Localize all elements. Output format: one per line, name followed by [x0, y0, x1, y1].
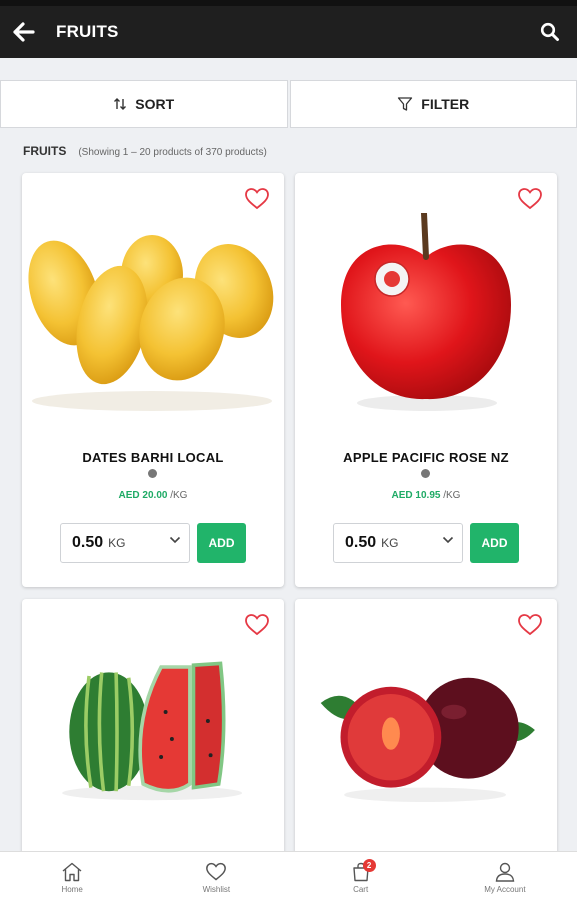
- nav-wishlist[interactable]: Wishlist: [144, 852, 288, 900]
- sort-icon: [114, 98, 127, 110]
- listing-heading: FRUITS (Showing 1 – 20 products of 370 p…: [23, 144, 267, 158]
- nav-cart-label: Cart: [353, 885, 369, 894]
- plum-image: [320, 677, 535, 802]
- quantity-select[interactable]: 0.50 KG: [60, 523, 190, 563]
- price-unit: /KG: [170, 490, 188, 501]
- product-price: AED 20.00 /KG: [22, 490, 284, 501]
- price-unit: /KG: [443, 490, 461, 501]
- variant-dot: [421, 469, 430, 478]
- product-name[interactable]: APPLE PACIFIC ROSE NZ: [295, 450, 557, 465]
- arrow-left-icon: [13, 22, 35, 42]
- heart-icon[interactable]: [244, 613, 270, 637]
- product-card[interactable]: APPLE PACIFIC ROSE NZ AED 10.95 /KG 0.50…: [295, 173, 557, 587]
- quantity-unit: KG: [108, 536, 126, 550]
- back-button[interactable]: [4, 12, 44, 52]
- filter-button[interactable]: FILTER: [289, 80, 577, 128]
- watermelon-image: [62, 661, 243, 801]
- user-icon: [495, 862, 515, 882]
- add-to-cart-button[interactable]: ADD: [197, 523, 246, 563]
- app-bar: FRUITS: [0, 6, 577, 58]
- nav-wishlist-label: Wishlist: [202, 885, 231, 894]
- sort-filter-bar: SORT FILTER: [0, 80, 577, 128]
- chevron-down-icon: [169, 536, 181, 544]
- heart-icon[interactable]: [244, 187, 270, 211]
- product-card[interactable]: [295, 599, 557, 859]
- mango-image: [28, 235, 274, 411]
- variant-dot: [148, 469, 157, 478]
- apple-image: [341, 213, 511, 411]
- cart-count-badge: 2: [362, 859, 376, 872]
- quantity-value: 0.50: [72, 534, 104, 551]
- sort-label: SORT: [135, 96, 175, 112]
- heart-icon[interactable]: [517, 187, 543, 211]
- page-title: FRUITS: [56, 22, 119, 41]
- quantity-select[interactable]: 0.50 KG: [333, 523, 463, 563]
- nav-account[interactable]: My Account: [433, 852, 577, 900]
- nav-cart[interactable]: 2 Cart: [289, 852, 433, 900]
- add-to-cart-button[interactable]: ADD: [470, 523, 519, 563]
- nav-home-label: Home: [61, 885, 83, 894]
- heart-icon: [206, 862, 227, 881]
- sort-button[interactable]: SORT: [0, 80, 288, 128]
- product-price: AED 10.95 /KG: [295, 490, 557, 501]
- search-icon: [540, 22, 559, 41]
- product-card[interactable]: DATES BARHI LOCAL AED 20.00 /KG 0.50 KG …: [22, 173, 284, 587]
- home-icon: [62, 862, 82, 882]
- price-amount: AED 20.00: [118, 490, 168, 501]
- quantity-value: 0.50: [345, 534, 377, 551]
- product-card[interactable]: [22, 599, 284, 859]
- category-title: FRUITS: [23, 144, 67, 158]
- filter-label: FILTER: [421, 96, 470, 112]
- product-name[interactable]: DATES BARHI LOCAL: [22, 450, 284, 465]
- quantity-unit: KG: [381, 536, 399, 550]
- chevron-down-icon: [442, 536, 454, 544]
- filter-icon: [398, 97, 413, 111]
- search-button[interactable]: [533, 14, 567, 50]
- product-count: (Showing 1 – 20 products of 370 products…: [78, 147, 267, 158]
- bottom-navigation: Home Wishlist 2 Cart My Account: [0, 851, 577, 900]
- heart-icon[interactable]: [517, 613, 543, 637]
- price-amount: AED 10.95: [391, 490, 441, 501]
- nav-home[interactable]: Home: [0, 852, 144, 900]
- nav-account-label: My Account: [484, 885, 526, 894]
